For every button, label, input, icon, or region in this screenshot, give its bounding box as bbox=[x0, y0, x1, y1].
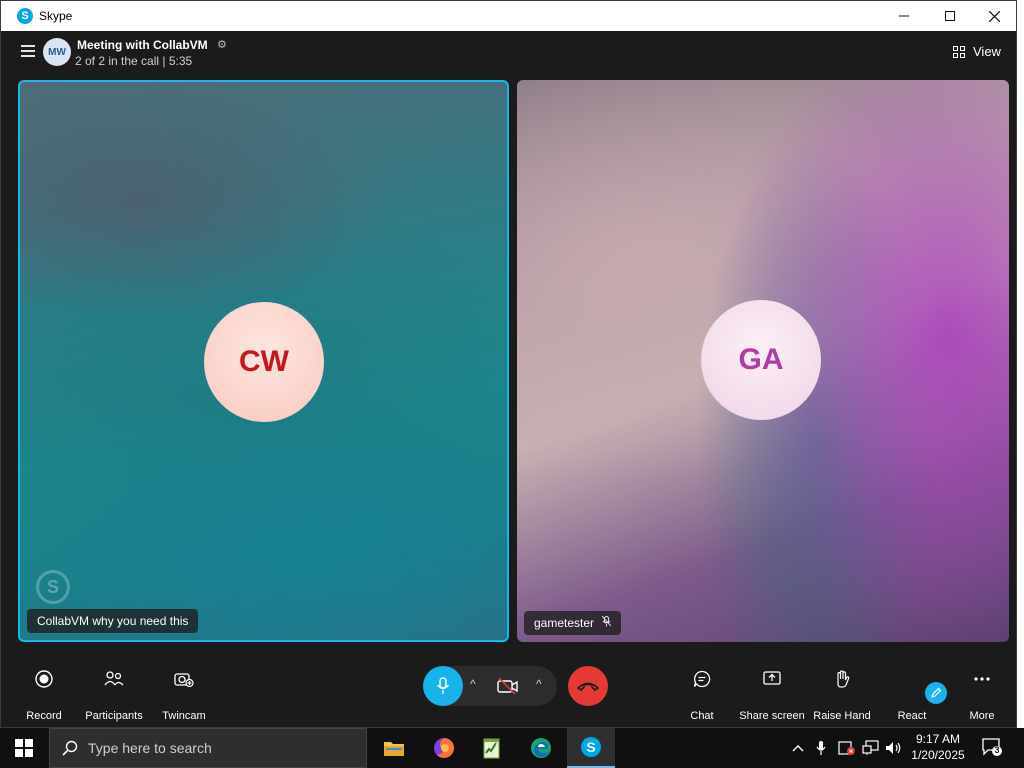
react-label: React bbox=[897, 710, 927, 722]
react-edit-icon[interactable] bbox=[925, 682, 947, 704]
raise-hand-icon bbox=[807, 666, 877, 692]
maximize-icon bbox=[945, 11, 955, 21]
participant-name: gametester bbox=[534, 616, 595, 630]
chat-label: Chat bbox=[690, 710, 714, 722]
view-button[interactable]: View bbox=[953, 44, 1001, 59]
skype-watermark-icon: S bbox=[36, 570, 70, 604]
twincam-button[interactable]: Twincam bbox=[149, 656, 219, 722]
share-screen-icon bbox=[737, 666, 807, 692]
record-label: Record bbox=[26, 710, 62, 722]
title-bar: S Skype bbox=[1, 1, 1016, 31]
close-button[interactable] bbox=[971, 1, 1016, 31]
taskbar-clock[interactable]: 9:17 AM 1/20/2025 bbox=[908, 731, 968, 763]
taskbar-firefox[interactable] bbox=[420, 728, 468, 768]
more-dots-icon bbox=[947, 666, 1016, 692]
record-icon bbox=[9, 666, 79, 692]
share-screen-button[interactable]: Share screen bbox=[737, 656, 807, 722]
call-header: MW Meeting with CollabVM ⚙ 2 of 2 in the… bbox=[1, 31, 1016, 75]
chat-button[interactable]: Chat bbox=[667, 656, 737, 722]
network-icon[interactable] bbox=[861, 728, 881, 768]
participant-name-tag: CollabVM why you need this bbox=[27, 609, 199, 633]
windows-logo-icon bbox=[15, 739, 33, 757]
window-title: Skype bbox=[39, 9, 73, 23]
microphone-button[interactable] bbox=[423, 666, 463, 706]
clock-date: 1/20/2025 bbox=[911, 748, 965, 762]
tray-microphone-icon[interactable] bbox=[813, 728, 829, 768]
folder-icon bbox=[384, 742, 404, 756]
meeting-avatar[interactable]: MW bbox=[43, 38, 71, 66]
skype-logo-icon: S bbox=[17, 8, 33, 24]
desktop-background bbox=[1016, 0, 1024, 728]
participant-name-tag: gametester bbox=[524, 611, 622, 635]
participant-name: CollabVM why you need this bbox=[37, 614, 189, 628]
skype-icon: S bbox=[581, 737, 601, 757]
grid-view-icon bbox=[953, 45, 965, 58]
chat-icon bbox=[667, 666, 737, 692]
camera-options-chevron-icon[interactable]: ^ bbox=[536, 677, 542, 691]
taskbar-notepad-plus[interactable] bbox=[468, 728, 516, 768]
notepad-plus-icon bbox=[483, 738, 500, 759]
raise-hand-label: Raise Hand bbox=[813, 710, 871, 722]
camera-off-icon bbox=[497, 677, 518, 695]
call-controls: Record Participants Twincam ^ ^ Chat Sha… bbox=[1, 656, 1016, 722]
skype-window: S Skype MW Meeting with CollabVM ⚙ 2 of … bbox=[0, 0, 1017, 728]
more-label: More bbox=[969, 710, 995, 722]
clock-time: 9:17 AM bbox=[915, 732, 961, 746]
twincam-icon bbox=[149, 666, 219, 692]
menu-icon[interactable] bbox=[21, 45, 35, 57]
firefox-icon bbox=[434, 738, 454, 758]
minimize-icon bbox=[899, 15, 909, 17]
camera-button[interactable] bbox=[493, 674, 523, 698]
taskbar-edge[interactable] bbox=[517, 728, 565, 768]
participant-tile-cw[interactable]: CW S CollabVM why you need this bbox=[18, 80, 509, 642]
close-icon bbox=[988, 10, 1000, 22]
participant-avatar-cw: CW bbox=[204, 302, 324, 422]
participants-icon bbox=[79, 666, 149, 692]
maximize-button[interactable] bbox=[927, 1, 973, 31]
notification-count: 3 bbox=[994, 745, 1000, 755]
search-icon bbox=[62, 740, 78, 756]
taskbar: Type here to search S 9:17 AM 1/20/2025 … bbox=[0, 728, 1024, 768]
more-button[interactable]: More bbox=[947, 656, 1016, 722]
taskbar-file-explorer[interactable] bbox=[370, 728, 418, 768]
mic-camera-group: ^ ^ bbox=[423, 666, 557, 706]
share-screen-label: Share screen bbox=[739, 710, 805, 722]
microphone-icon bbox=[436, 677, 450, 694]
record-button[interactable]: Record bbox=[9, 656, 79, 722]
security-alert-icon[interactable] bbox=[837, 728, 857, 768]
action-center-button[interactable]: 3 bbox=[982, 738, 1002, 756]
view-label: View bbox=[973, 44, 1001, 59]
settings-gear-icon[interactable]: ⚙ bbox=[217, 38, 227, 51]
muted-mic-icon bbox=[601, 615, 612, 630]
search-placeholder: Type here to search bbox=[88, 740, 212, 756]
raise-hand-button[interactable]: Raise Hand bbox=[807, 656, 877, 722]
volume-icon[interactable] bbox=[884, 728, 904, 768]
start-button[interactable] bbox=[0, 728, 48, 768]
hang-up-icon bbox=[577, 682, 599, 691]
taskbar-search-box[interactable]: Type here to search bbox=[49, 728, 367, 768]
mic-options-chevron-icon[interactable]: ^ bbox=[470, 677, 476, 691]
participants-button[interactable]: Participants bbox=[79, 656, 149, 722]
edge-icon bbox=[531, 738, 551, 758]
participants-label: Participants bbox=[85, 710, 143, 722]
participant-avatar-ga: GA bbox=[701, 300, 821, 420]
minimize-button[interactable] bbox=[881, 1, 927, 31]
participant-tile-ga[interactable]: GA gametester bbox=[517, 80, 1009, 642]
taskbar-skype[interactable]: S bbox=[567, 728, 615, 768]
end-call-button[interactable] bbox=[568, 666, 608, 706]
show-hidden-icons-chevron-icon[interactable] bbox=[790, 728, 806, 768]
call-status: 2 of 2 in the call | 5:35 bbox=[75, 54, 193, 68]
svg-text:S: S bbox=[586, 739, 595, 755]
meeting-title[interactable]: Meeting with CollabVM bbox=[77, 38, 208, 52]
twincam-label: Twincam bbox=[162, 710, 206, 722]
